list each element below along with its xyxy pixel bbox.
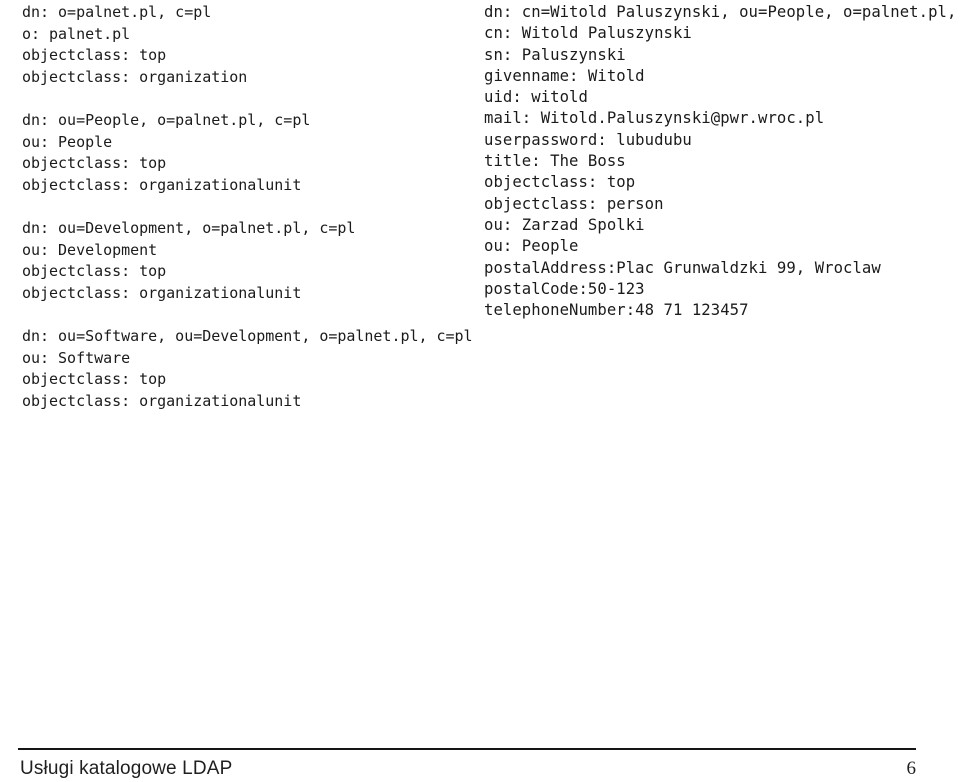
- entry-ou-development: dn: ou=Development, o=palnet.pl, c=pl ou:…: [22, 218, 473, 304]
- ldif-line: ou: Zarzad Spolki: [484, 215, 645, 234]
- ldif-line: objectclass: top: [22, 262, 167, 281]
- ldif-line: sn: Paluszynski: [484, 45, 626, 64]
- ldif-line: ou: People: [22, 132, 113, 151]
- ldif-line: mail: Witold.Paluszynski@pwr.wroc.pl: [484, 109, 825, 128]
- ldif-line: uid: witold: [484, 88, 588, 107]
- ldif-line: dn: o=palnet.pl, c=pl: [22, 3, 212, 21]
- slide-canvas: dn: o=palnet.pl, c=pl o: palnet.pl objectc…: [0, 0, 960, 782]
- ldif-line: objectclass: organizationalunit: [22, 175, 302, 194]
- ldif-line: userpassword: lubudubu: [484, 130, 692, 149]
- ldif-line: objectclass: organizationalunit: [22, 391, 302, 410]
- ldif-right-column: dn: cn=Witold Paluszynski, ou=People, o=…: [484, 2, 960, 321]
- ldif-line: objectclass: organizationalunit: [22, 283, 302, 302]
- entry-person-witold-paluszynski: dn: cn=Witold Paluszynski, ou=People, o=…: [484, 2, 960, 321]
- entry-organization-palnet: dn: o=palnet.pl, c=pl o: palnet.pl objectc…: [22, 2, 473, 88]
- ldif-line: ou: People: [484, 237, 579, 256]
- ldif-line: o: palnet.pl: [22, 24, 131, 43]
- ldif-line: objectclass: top: [22, 154, 167, 173]
- ldif-line: objectclass: top: [484, 173, 636, 192]
- ldif-line: telephoneNumber:48 71 123457: [484, 301, 749, 320]
- ldif-line: ou: Software: [22, 348, 131, 367]
- page-number: 6: [906, 758, 917, 779]
- ldif-line: givenname: Witold: [484, 66, 645, 85]
- ldif-line: dn: ou=People, o=palnet.pl, c=pl: [22, 110, 311, 129]
- ldif-line: cn: Witold Paluszynski: [484, 24, 692, 43]
- ldif-line: dn: ou=Development, o=palnet.pl, c=pl: [22, 218, 356, 237]
- ldif-line: objectclass: top: [22, 46, 167, 65]
- entry-ou-software: dn: ou=Software, ou=Development, o=palne…: [22, 326, 473, 412]
- ldif-line: objectclass: organization: [22, 67, 248, 86]
- ldif-line: title: The Boss: [484, 152, 626, 171]
- ldif-line: objectclass: top: [22, 370, 167, 389]
- ldif-line: postalCode:50-123: [484, 279, 645, 298]
- ldif-line: ou: Development: [22, 240, 158, 259]
- ldif-line: postalAddress:Plac Grunwaldzki 99, Wrocl…: [484, 258, 881, 277]
- ldif-line: objectclass: person: [484, 194, 664, 213]
- ldif-left-column: dn: o=palnet.pl, c=pl o: palnet.pl objectc…: [22, 2, 473, 412]
- footer-divider: [18, 748, 916, 750]
- footer-title: Usługi katalogowe LDAP: [20, 758, 233, 779]
- ldif-line: dn: cn=Witold Paluszynski, ou=People, o=…: [484, 3, 960, 21]
- ldif-line: dn: ou=Software, ou=Development, o=palne…: [22, 326, 473, 345]
- entry-ou-people: dn: ou=People, o=palnet.pl, c=pl ou: Peop…: [22, 110, 473, 196]
